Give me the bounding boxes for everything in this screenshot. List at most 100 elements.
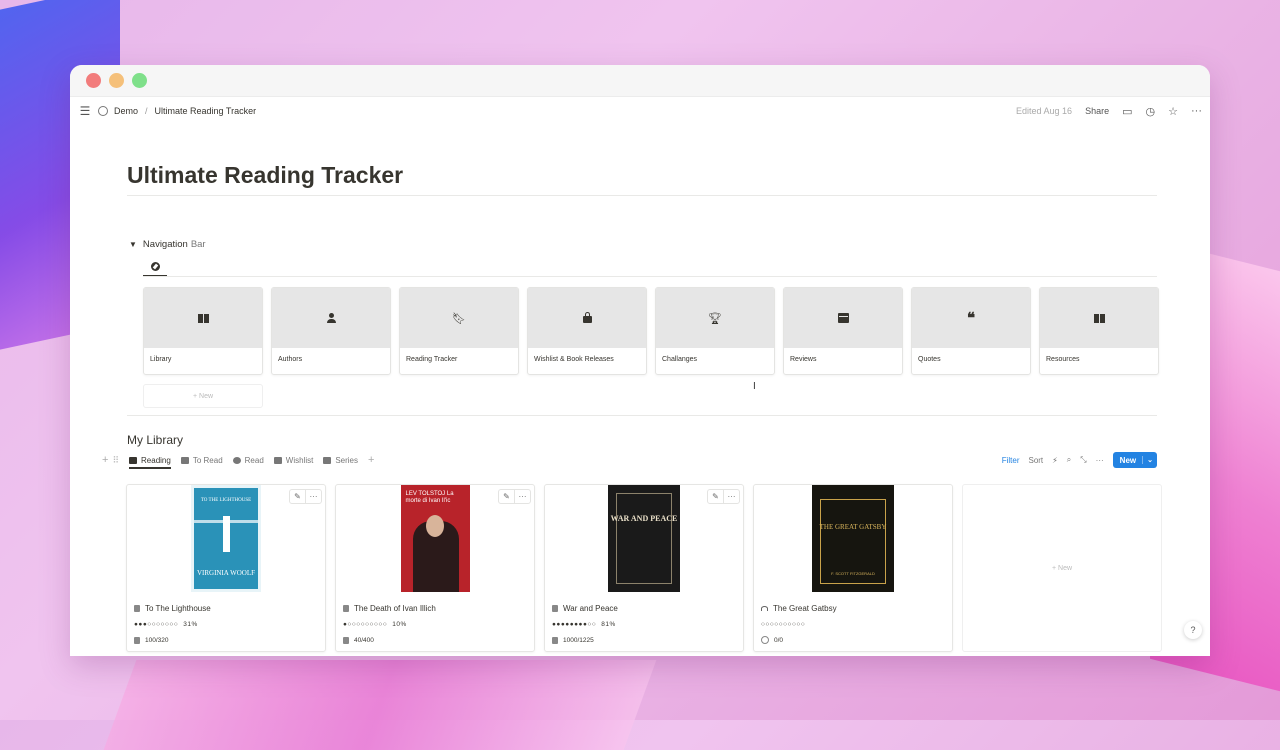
new-label: New <box>199 392 214 400</box>
headphones-icon <box>761 605 768 611</box>
more-options-icon[interactable]: ··· <box>723 490 739 503</box>
view-bar: + ⠿ Reading To Read Read Wishlist Series… <box>102 451 1157 469</box>
book-title: To The Lighthouse <box>145 603 211 613</box>
edit-icon[interactable]: ✎ <box>290 490 305 503</box>
bookmark-icon: 🔖︎ <box>452 312 466 325</box>
compass-icon <box>150 261 160 271</box>
page-count: 100/320 <box>145 636 169 644</box>
tab-navigation[interactable] <box>143 257 167 277</box>
nav-card-reading-tracker[interactable]: 🔖︎ Reading Tracker <box>399 287 519 375</box>
book-cover: LEV TOLSTOJ La morte di Ivan Il'ic <box>400 485 470 592</box>
top-actions: Edited Aug 16 Share ▭ ◷ ☆ ··· <box>1016 105 1202 118</box>
divider <box>127 195 1157 196</box>
gallery-card[interactable]: WAR AND PEACE ✎ ··· War and Peace ●●●●●●●… <box>544 484 744 652</box>
tab-series[interactable]: Series <box>323 451 358 469</box>
breadcrumb-page[interactable]: Ultimate Reading Tracker <box>155 106 257 116</box>
share-button[interactable]: Share <box>1085 106 1109 116</box>
new-gallery-card-button[interactable]: + New <box>962 484 1162 652</box>
page-title: Ultimate Reading Tracker <box>127 162 404 188</box>
page-count: 40/400 <box>354 636 374 644</box>
book-title: The Death of Ivan Illich <box>354 603 436 613</box>
search-icon[interactable]: ⌕ <box>1067 455 1071 465</box>
tab-to-read[interactable]: To Read <box>180 451 223 469</box>
calendar-icon <box>837 313 849 323</box>
nav-card-resources[interactable]: Resources <box>1039 287 1159 375</box>
new-label: New <box>1058 564 1073 572</box>
gallery-card[interactable]: THE GREAT GATSBY F. SCOTT FITZGERALD The… <box>753 484 953 652</box>
gallery-card[interactable]: LEV TOLSTOJ La morte di Ivan Il'ic ✎ ··· … <box>335 484 535 652</box>
gallery: TO THE LIGHTHOUSE VIRGINIA WOOLF ✎ ··· To… <box>126 484 1162 652</box>
progress-percent: 81% <box>601 620 616 628</box>
add-block-icon[interactable]: + <box>102 454 108 466</box>
minimize-window-button[interactable] <box>109 73 124 88</box>
breadcrumb-separator: / <box>145 106 148 116</box>
progress-dots: ○○○○○○○○○○ <box>761 620 806 628</box>
new-nav-card-button[interactable]: + New <box>143 384 263 408</box>
more-options-icon[interactable]: ··· <box>1096 456 1104 465</box>
navigation-cards: Library Authors 🔖︎ Reading Tracker Wishl… <box>143 287 1159 375</box>
nav-card-label: Resources <box>1046 356 1080 363</box>
library-heading: My Library <box>127 433 184 447</box>
navigation-toggle[interactable]: ▼ Navigation Bar <box>129 239 206 250</box>
close-window-button[interactable] <box>86 73 101 88</box>
breadcrumb-workspace[interactable]: Demo <box>114 106 138 116</box>
card-actions: ✎ ··· <box>707 489 740 504</box>
toggle-triangle-icon[interactable]: ▼ <box>129 240 137 249</box>
progress-percent: 31% <box>183 620 198 628</box>
more-options-icon[interactable]: ··· <box>1191 105 1202 117</box>
gallery-card[interactable]: TO THE LIGHTHOUSE VIRGINIA WOOLF ✎ ··· To… <box>126 484 326 652</box>
tab-reading[interactable]: Reading <box>129 451 171 469</box>
check-circle-icon <box>232 456 241 464</box>
book-cover: THE GREAT GATSBY F. SCOTT FITZGERALD <box>812 485 894 592</box>
book-icon <box>552 604 558 612</box>
divider <box>127 415 1157 416</box>
filter-button[interactable]: Filter <box>1002 456 1020 465</box>
top-bar: ☰ Demo / Ultimate Reading Tracker Edited… <box>70 97 1210 125</box>
nav-card-label: Wishlist & Book Releases <box>534 356 614 363</box>
edit-icon[interactable]: ✎ <box>499 490 514 503</box>
page-count: 0/0 <box>774 636 784 644</box>
breadcrumb: ☰ Demo / Ultimate Reading Tracker <box>78 104 1016 118</box>
nav-card-wishlist[interactable]: Wishlist & Book Releases <box>527 287 647 375</box>
toggle-label: Navigation <box>142 239 188 250</box>
view-tabs: + ⠿ Reading To Read Read Wishlist Series… <box>102 451 1002 469</box>
background-shape <box>103 660 657 750</box>
nav-card-library[interactable]: Library <box>143 287 263 375</box>
nav-card-authors[interactable]: Authors <box>271 287 391 375</box>
more-options-icon[interactable]: ··· <box>514 490 530 503</box>
history-icon[interactable]: ◷ <box>1146 105 1156 118</box>
maximize-window-button[interactable] <box>132 73 147 88</box>
person-icon <box>326 313 336 323</box>
nav-card-quotes[interactable]: ❝ Quotes <box>911 287 1031 375</box>
favorite-star-icon[interactable]: ☆ <box>1168 105 1178 118</box>
add-view-icon[interactable]: + <box>368 454 374 466</box>
nav-card-label: Challanges <box>662 356 698 363</box>
nav-card-reviews[interactable]: Reviews <box>783 287 903 375</box>
help-button[interactable]: ? <box>1184 621 1202 639</box>
drag-handle-icon[interactable]: ⠿ <box>112 455 119 466</box>
tab-wishlist[interactable]: Wishlist <box>273 451 313 469</box>
edited-timestamp: Edited Aug 16 <box>1016 106 1073 116</box>
chevron-down-icon[interactable]: ⌄ <box>1142 456 1157 464</box>
page-content: Ultimate Reading Tracker ▼ Navigation Bar… <box>102 161 1162 652</box>
nav-card-label: Reviews <box>790 356 817 363</box>
more-options-icon[interactable]: ··· <box>305 490 321 503</box>
quote-icon: ❝ <box>966 310 976 327</box>
shopping-bag-icon <box>582 312 592 323</box>
nav-card-challanges[interactable]: 🏆︎ Challanges <box>655 287 775 375</box>
page-icon <box>343 636 349 644</box>
progress-dots: ●●●○○○○○○○ <box>134 620 179 628</box>
expand-icon[interactable]: ⤡ <box>1080 455 1086 465</box>
page-icon <box>552 636 558 644</box>
edit-icon[interactable]: ✎ <box>708 490 723 503</box>
book-open-icon <box>197 313 209 323</box>
automation-lightning-icon[interactable]: ⚡︎ <box>1052 456 1058 465</box>
books-icon <box>323 456 332 464</box>
sort-button[interactable]: Sort <box>1028 456 1043 465</box>
sidebar-menu-icon[interactable]: ☰ <box>78 104 92 118</box>
new-entry-button[interactable]: New ⌄ <box>1112 452 1157 468</box>
app-window: ☰ Demo / Ultimate Reading Tracker Edited… <box>70 65 1210 656</box>
comments-icon[interactable]: ▭ <box>1122 105 1132 118</box>
tab-read[interactable]: Read <box>232 451 264 469</box>
book-icon <box>134 604 140 612</box>
